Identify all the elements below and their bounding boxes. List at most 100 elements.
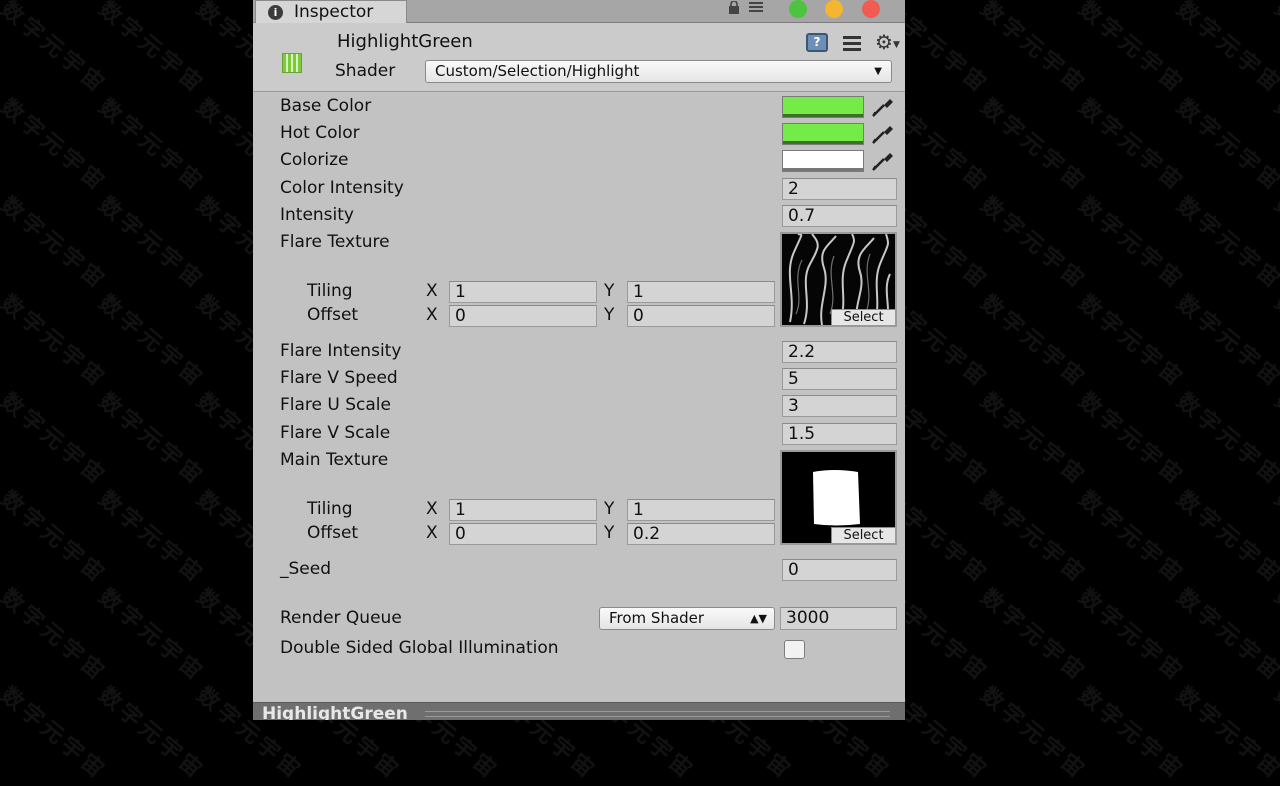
colorize-label: Colorize — [280, 150, 349, 170]
watermark-text: 数字元宇宙 — [0, 388, 112, 492]
watermark-text: 数字元宇宙 — [0, 290, 112, 394]
watermark-text: 数字元宇宙 — [975, 388, 1092, 492]
watermark-text: 数字元宇宙 — [1269, 192, 1280, 296]
flare-offset-y-label: Y — [604, 305, 615, 325]
watermark-text: 数字元宇宙 — [975, 584, 1092, 688]
watermark-text: 数字元宇宙 — [93, 486, 210, 590]
main-texture-select-button[interactable]: Select — [831, 527, 895, 543]
flare-tiling-x-field[interactable]: 1 — [449, 281, 597, 303]
double-sided-gi-label: Double Sided Global Illumination — [280, 638, 559, 658]
green-window-button[interactable] — [789, 0, 807, 18]
watermark-text: 数字元宇宙 — [1073, 94, 1190, 198]
flare-texture-label: Flare Texture — [280, 232, 390, 252]
main-tiling-y-field[interactable]: 1 — [627, 499, 775, 521]
gear-icon[interactable]: ⚙ ▼ — [875, 30, 900, 54]
double-sided-gi-checkbox[interactable] — [784, 640, 805, 659]
flare-v-scale-field[interactable]: 1.5 — [782, 423, 897, 445]
updown-arrows-icon: ▲▼ — [750, 612, 767, 625]
presets-icon[interactable] — [843, 35, 861, 51]
watermark-text: 数字元宇宙 — [975, 486, 1092, 590]
main-tiling-y-label: Y — [604, 499, 615, 519]
main-offset-x-field[interactable]: 0 — [449, 523, 597, 545]
hot-color-swatch[interactable] — [782, 123, 864, 145]
eyedropper-icon[interactable] — [870, 150, 896, 172]
eyedropper-icon[interactable] — [870, 123, 896, 145]
watermark-text: 数字元宇宙 — [975, 0, 1092, 100]
preview-header[interactable]: HighlightGreen — [253, 702, 905, 720]
watermark-text: 数字元宇宙 — [1171, 388, 1280, 492]
main-tiling-x-field[interactable]: 1 — [449, 499, 597, 521]
watermark-text: 数字元宇宙 — [1171, 682, 1280, 786]
flare-u-scale-label: Flare U Scale — [280, 395, 391, 415]
watermark-text: 数字元宇宙 — [1073, 682, 1190, 786]
tab-inspector[interactable]: i Inspector — [255, 0, 407, 23]
watermark-text: 数字元宇宙 — [1269, 388, 1280, 492]
flare-intensity-field[interactable]: 2.2 — [782, 341, 897, 363]
watermark-text: 数字元宇宙 — [1171, 584, 1280, 688]
seed-field[interactable]: 0 — [782, 559, 897, 581]
intensity-field[interactable]: 0.7 — [782, 205, 897, 227]
flare-texture-select-button[interactable]: Select — [831, 309, 895, 325]
intensity-label: Intensity — [280, 205, 354, 225]
main-offset-y-field[interactable]: 0.2 — [627, 523, 775, 545]
watermark-text: 数字元宇宙 — [1269, 486, 1280, 590]
watermark-text: 数字元宇宙 — [1171, 0, 1280, 100]
flare-offset-y-field[interactable]: 0 — [627, 305, 775, 327]
preview-title: HighlightGreen — [262, 704, 408, 720]
lock-icon[interactable] — [728, 0, 740, 14]
watermark-text: 数字元宇宙 — [93, 0, 210, 100]
watermark-text: 数字元宇宙 — [93, 682, 210, 786]
red-window-button[interactable] — [862, 0, 880, 18]
flare-tiling-y-field[interactable]: 1 — [627, 281, 775, 303]
flare-v-speed-field[interactable]: 5 — [782, 368, 897, 390]
shader-label: Shader — [335, 61, 396, 81]
help-book-icon[interactable]: ? — [806, 33, 828, 52]
flare-offset-x-field[interactable]: 0 — [449, 305, 597, 327]
watermark-text: 数字元宇宙 — [0, 94, 112, 198]
watermark-text: 数字元宇宙 — [1073, 584, 1190, 688]
watermark-text: 数字元宇宙 — [0, 584, 112, 688]
colorize-swatch[interactable] — [782, 150, 864, 172]
flare-tiling-y-label: Y — [604, 281, 615, 301]
flare-v-scale-label: Flare V Scale — [280, 423, 391, 443]
watermark-text: 数字元宇宙 — [1073, 388, 1190, 492]
resize-grip[interactable] — [425, 711, 890, 717]
seed-label: _Seed — [280, 559, 331, 579]
watermark-text: 数字元宇宙 — [1171, 192, 1280, 296]
yellow-window-button[interactable] — [825, 0, 843, 18]
material-icon — [282, 53, 302, 73]
render-queue-mode: From Shader — [609, 609, 705, 627]
watermark-text: 数字元宇宙 — [975, 94, 1092, 198]
info-icon: i — [268, 5, 283, 20]
main-offset-x-label: X — [426, 523, 438, 543]
flare-texture-slot[interactable]: Select — [780, 232, 897, 327]
render-queue-label: Render Queue — [280, 608, 402, 628]
watermark-text: 数字元宇宙 — [1171, 290, 1280, 394]
watermark-text: 数字元宇宙 — [1171, 486, 1280, 590]
watermark-text: 数字元宇宙 — [0, 682, 112, 786]
watermark-text: 数字元宇宙 — [93, 584, 210, 688]
eyedropper-icon[interactable] — [870, 96, 896, 118]
main-tiling-x-label: X — [426, 499, 438, 519]
base-color-swatch[interactable] — [782, 96, 864, 118]
tab-label: Inspector — [294, 2, 374, 22]
tab-menu-icon[interactable] — [749, 2, 763, 12]
watermark-text: 数字元宇宙 — [1269, 94, 1280, 198]
flare-tiling-x-label: X — [426, 281, 438, 301]
shader-dropdown[interactable]: Custom/Selection/Highlight ▼ — [425, 60, 892, 83]
main-tiling-label: Tiling — [307, 499, 353, 519]
watermark-text: 数字元宇宙 — [93, 290, 210, 394]
watermark-text: 数字元宇宙 — [1269, 682, 1280, 786]
watermark-text: 数字元宇宙 — [975, 682, 1092, 786]
main-texture-label: Main Texture — [280, 450, 389, 470]
color-intensity-label: Color Intensity — [280, 178, 404, 198]
inspector-panel: i Inspector HighlightGreen Shader Custom… — [253, 0, 905, 720]
color-intensity-field[interactable]: 2 — [782, 178, 897, 200]
render-queue-field[interactable]: 3000 — [780, 607, 897, 630]
render-queue-dropdown[interactable]: From Shader ▲▼ — [599, 607, 775, 630]
main-offset-y-label: Y — [604, 523, 615, 543]
flare-offset-label: Offset — [307, 305, 359, 325]
flare-u-scale-field[interactable]: 3 — [782, 395, 897, 417]
watermark-text: 数字元宇宙 — [1171, 94, 1280, 198]
main-texture-slot[interactable]: Select — [780, 450, 897, 545]
